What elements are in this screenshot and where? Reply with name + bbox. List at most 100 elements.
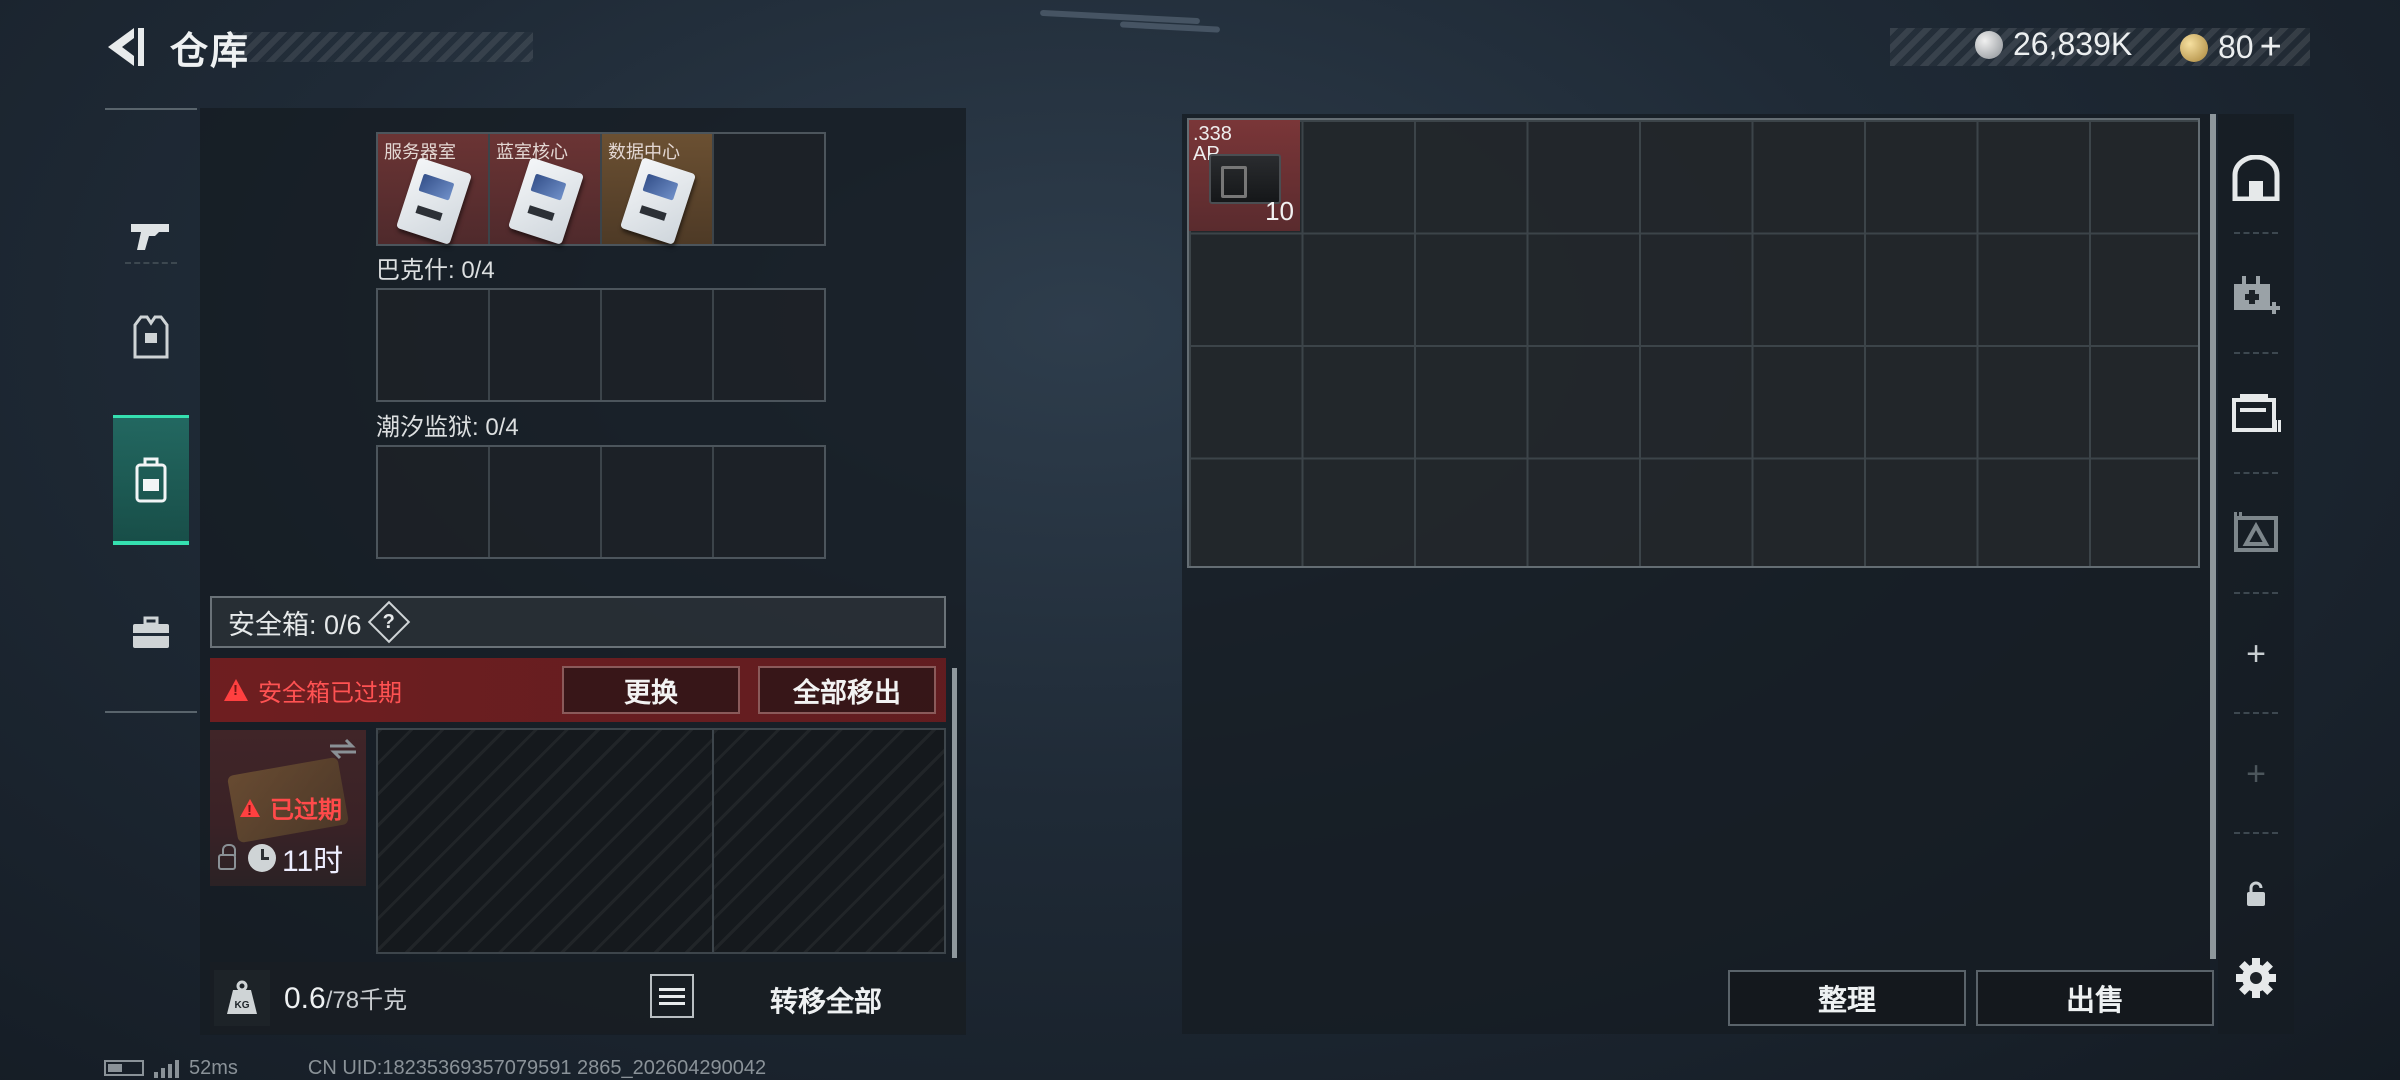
nav-containers[interactable]: [113, 568, 189, 698]
safebox-capacity: 安全箱: 0/6: [228, 609, 362, 640]
safebox-header: 安全箱: 0/6 ?: [210, 596, 946, 648]
ammo-338-ap-item[interactable]: .338 AP 10: [1189, 120, 1300, 231]
weight-icon: KG: [214, 970, 270, 1026]
title-decoration: [228, 32, 533, 62]
key-grid-1: 服务器室 蓝室核心 数据中心: [376, 132, 826, 246]
key-slot[interactable]: 数据中心: [602, 134, 714, 245]
plus-icon: +: [2246, 754, 2266, 793]
weight-readout: 0.6/78千克: [284, 982, 408, 1015]
settings-button[interactable]: [2218, 924, 2294, 1032]
page-title: 仓库: [170, 31, 251, 73]
timer-value: 11时: [282, 845, 344, 878]
safebox-slot[interactable]: [714, 728, 946, 954]
back-button[interactable]: [100, 22, 150, 72]
swap-icon[interactable]: [328, 738, 358, 760]
pistol-icon: [131, 224, 169, 250]
svg-text:KG: KG: [235, 1000, 250, 1011]
plus-icon: +: [2246, 634, 2266, 673]
vault-icon: [2232, 155, 2280, 201]
status-bar: 52ms CN UID:18235369357079591 2865_20260…: [104, 1056, 766, 1080]
expired-warning: 安全箱已过期: [224, 673, 402, 708]
uid-readout: CN UID:18235369357079591 2865_2026042900…: [307, 1056, 767, 1079]
stash-scrollbar[interactable]: [2210, 114, 2216, 959]
nav-divider: [125, 262, 177, 264]
empty-key-slot[interactable]: [714, 447, 824, 557]
empty-key-slot[interactable]: [602, 290, 714, 400]
currency-primary-value: 26,839K: [2013, 26, 2133, 62]
add-currency-button[interactable]: +: [2260, 26, 2282, 69]
stash-toolbar: + +: [2218, 114, 2294, 1034]
help-icon[interactable]: ?: [367, 600, 410, 644]
nav-armor[interactable]: [113, 272, 189, 402]
briefcase-icon: [133, 616, 169, 648]
empty-key-slot[interactable]: [602, 447, 714, 557]
currency-secondary-value: 80: [2218, 29, 2254, 65]
key-slot[interactable]: 蓝室核心: [490, 134, 602, 245]
add-stash-tab[interactable]: +: [2218, 600, 2294, 708]
top-bar: 仓库 26,839K 80 +: [0, 0, 2400, 100]
toolbar-divider: [2234, 832, 2278, 834]
stash-tab-collection[interactable]: [2218, 480, 2294, 588]
key-slot[interactable]: 服务器室: [378, 134, 490, 245]
toolbar-divider: [2234, 352, 2278, 354]
backpack-icon: [135, 457, 167, 502]
medkit-add-icon: [2234, 276, 2280, 314]
stash-tab-storage[interactable]: [2218, 358, 2294, 466]
warning-icon: [240, 798, 260, 819]
nav-backpack[interactable]: [113, 415, 189, 545]
empty-key-slot[interactable]: [714, 134, 824, 244]
transfer-all-button[interactable]: 转移全部: [770, 980, 882, 1020]
toolbar-divider: [2234, 232, 2278, 234]
section-label-tidal-prison: 潮汐监狱: 0/4: [376, 414, 519, 441]
empty-key-slot[interactable]: [378, 290, 490, 400]
left-nav: [105, 108, 197, 713]
keycard-icon: [507, 157, 585, 245]
back-arrow-icon: [108, 28, 144, 66]
battery-icon: [104, 1060, 144, 1076]
silver-coin-icon: [1975, 30, 2003, 59]
expired-tag: 已过期: [240, 790, 342, 825]
empty-key-slot[interactable]: [490, 290, 602, 400]
keycard-icon: [395, 157, 473, 245]
vest-icon: [133, 315, 169, 359]
sort-button[interactable]: 整理: [1728, 970, 1966, 1026]
toolbar-divider: [2234, 472, 2278, 474]
lock-icon: [2247, 881, 2265, 906]
safebox-item[interactable]: 已过期 11时: [210, 730, 366, 886]
key-grid-3: [376, 445, 826, 559]
gold-coin-icon: [2180, 33, 2208, 62]
lock-icon: [218, 844, 236, 870]
key-grid-2: [376, 288, 826, 402]
safebox-expired-bar: 安全箱已过期 更换 全部移出: [210, 658, 946, 722]
empty-key-slot[interactable]: [378, 447, 490, 557]
currency-secondary: 80 +: [2180, 26, 2282, 69]
empty-key-slot[interactable]: [490, 447, 602, 557]
safebox-timer: 11时: [218, 836, 343, 880]
warning-icon: [224, 679, 248, 701]
safebox-slots: [376, 728, 946, 954]
inventory-scrollbar[interactable]: [952, 668, 957, 958]
stash-grid[interactable]: [1187, 118, 2200, 568]
toolbar-divider: [2234, 592, 2278, 594]
ping-readout: 52ms: [189, 1056, 238, 1079]
stash-tab-main[interactable]: [2218, 124, 2294, 232]
safebox-slot[interactable]: [376, 728, 714, 954]
list-view-button[interactable]: [650, 974, 694, 1018]
add-stash-tab-disabled: +: [2218, 720, 2294, 828]
inventory-footer: KG 0.6/78千克 转移全部: [210, 962, 966, 1034]
empty-key-slot[interactable]: [714, 290, 824, 400]
item-count: 10: [1265, 196, 1294, 226]
sell-button[interactable]: 出售: [1976, 970, 2214, 1026]
storage-box-icon: [2232, 394, 2281, 432]
collection-icon: [2234, 512, 2278, 552]
section-label-bakhsh: 巴克什: 0/4: [376, 257, 495, 284]
currency-primary: 26,839K: [1975, 26, 2132, 63]
gear-icon: [2236, 958, 2276, 998]
replace-button[interactable]: 更换: [562, 666, 740, 714]
list-icon: [659, 987, 685, 991]
move-all-out-button[interactable]: 全部移出: [758, 666, 936, 714]
signal-icon: [154, 1058, 179, 1078]
toolbar-divider: [2234, 712, 2278, 714]
stash-tab-medical[interactable]: [2218, 240, 2294, 348]
clock-icon: [248, 844, 276, 872]
